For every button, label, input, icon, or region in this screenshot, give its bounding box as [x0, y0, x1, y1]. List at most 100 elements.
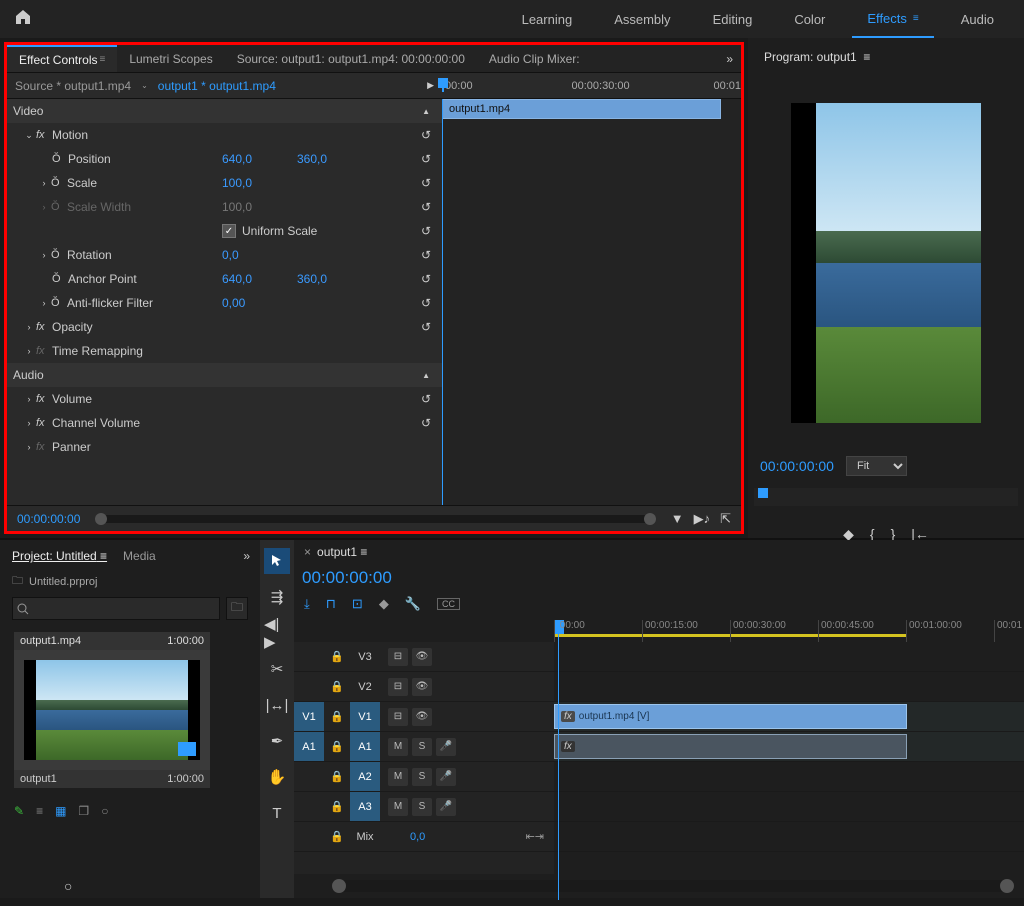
- reset-icon[interactable]: ↺: [416, 296, 436, 310]
- insert-icon[interactable]: ⤓: [304, 596, 310, 612]
- tab-project[interactable]: Project: Untitled ≡: [4, 549, 115, 563]
- tabs-overflow-icon[interactable]: »: [726, 52, 741, 66]
- zoom-slider-icon[interactable]: ○: [101, 804, 108, 818]
- effect-panner[interactable]: ›fxPanner: [7, 435, 442, 459]
- reset-icon[interactable]: ↺: [416, 272, 436, 286]
- playhead-icon[interactable]: [442, 80, 444, 92]
- eye-icon[interactable]: 👁: [412, 708, 432, 726]
- home-icon[interactable]: [15, 9, 31, 30]
- filter-icon[interactable]: ▼: [671, 511, 684, 527]
- workspace-effects[interactable]: Effects≡: [852, 0, 933, 38]
- project-search-input[interactable]: [12, 597, 220, 620]
- tab-audio-clip-mixer[interactable]: Audio Clip Mixer:: [477, 45, 592, 72]
- eye-icon[interactable]: 👁: [412, 648, 432, 666]
- reset-icon[interactable]: ↺: [416, 320, 436, 334]
- mute-button[interactable]: M: [388, 798, 408, 816]
- list-view-icon[interactable]: ≡: [36, 804, 43, 818]
- ripple-edit-tool[interactable]: ◀|▶: [264, 620, 290, 646]
- effect-timecode[interactable]: 00:00:00:00: [17, 512, 80, 526]
- tab-program[interactable]: Program: output1 ≡: [754, 50, 880, 64]
- sequence-tab[interactable]: output1 ≡: [317, 545, 367, 559]
- pen-tool[interactable]: ✒: [264, 728, 290, 754]
- lock-icon[interactable]: 🔒: [324, 770, 350, 783]
- tab-lumetri-scopes[interactable]: Lumetri Scopes: [117, 45, 224, 72]
- close-tab-icon[interactable]: ×: [304, 545, 311, 559]
- zoom-scrollbar[interactable]: [95, 515, 655, 523]
- playhead-line[interactable]: [442, 99, 443, 505]
- voiceover-icon[interactable]: 🎤: [436, 738, 456, 756]
- mute-button[interactable]: M: [388, 768, 408, 786]
- reset-icon[interactable]: ↺: [416, 200, 436, 214]
- type-tool[interactable]: T: [264, 800, 290, 826]
- workspace-menu-icon[interactable]: ≡: [913, 13, 919, 24]
- linked-selection-icon[interactable]: ○: [64, 878, 72, 894]
- effect-volume[interactable]: ›fxVolume↺: [7, 387, 442, 411]
- property-anchor-point[interactable]: ŎAnchor Point640,0360,0↺: [7, 267, 442, 291]
- mute-button[interactable]: M: [388, 738, 408, 756]
- play-audio-icon[interactable]: ▶♪: [694, 511, 711, 527]
- effect-opacity[interactable]: ›fxOpacity↺: [7, 315, 442, 339]
- program-ruler[interactable]: [754, 488, 1018, 506]
- selection-tool[interactable]: [264, 548, 290, 574]
- panel-menu-icon[interactable]: ≡: [99, 54, 105, 65]
- reset-icon[interactable]: ↺: [416, 248, 436, 262]
- property-antiflicker[interactable]: ›ŎAnti-flicker Filter0,00↺: [7, 291, 442, 315]
- workspace-assembly[interactable]: Assembly: [599, 0, 685, 38]
- voiceover-icon[interactable]: 🎤: [436, 768, 456, 786]
- track-a1[interactable]: A1🔒A1MS🎤: [294, 732, 554, 762]
- track-v2[interactable]: 🔒V2⊟👁: [294, 672, 554, 702]
- timeline-ruler[interactable]: :00:00 00:00:15:00 00:00:30:00 00:00:45:…: [554, 620, 1024, 642]
- reset-icon[interactable]: ↺: [416, 128, 436, 142]
- lock-icon[interactable]: 🔒: [324, 680, 350, 693]
- lock-icon[interactable]: 🔒: [324, 740, 350, 753]
- lock-icon[interactable]: 🔒: [324, 800, 350, 813]
- toggle-output-icon[interactable]: ⊟: [388, 678, 408, 696]
- play-icon[interactable]: ▶: [427, 80, 434, 91]
- eye-icon[interactable]: 👁: [412, 678, 432, 696]
- zoom-select[interactable]: Fit: [846, 456, 907, 476]
- asset-thumbnail[interactable]: [24, 660, 200, 760]
- solo-button[interactable]: S: [412, 768, 432, 786]
- snap-icon[interactable]: ⊓: [326, 596, 336, 612]
- sequence-timecode[interactable]: 00:00:00:00: [302, 568, 392, 588]
- reset-icon[interactable]: ↺: [416, 224, 436, 238]
- slip-tool[interactable]: |↔|: [264, 692, 290, 718]
- new-bin-icon[interactable]: 🗀: [226, 597, 248, 620]
- toggle-output-icon[interactable]: ⊟: [388, 648, 408, 666]
- track-v3[interactable]: 🔒V3⊟👁: [294, 642, 554, 672]
- tab-effect-controls[interactable]: Effect Controls ≡: [7, 45, 117, 72]
- toggle-output-icon[interactable]: ⊟: [388, 708, 408, 726]
- lock-icon[interactable]: 🔒: [324, 710, 350, 723]
- settings-icon[interactable]: 🔧: [405, 596, 421, 612]
- effect-timeline[interactable]: output1.mp4: [442, 99, 741, 505]
- effect-timeline-clip[interactable]: output1.mp4: [442, 99, 721, 119]
- property-scale[interactable]: ›ŎScale100,0↺: [7, 171, 442, 195]
- project-asset[interactable]: output1.mp41:00:00 output11:00:00: [14, 632, 210, 788]
- program-timecode[interactable]: 00:00:00:00: [760, 458, 834, 474]
- icon-view-icon[interactable]: ▦: [55, 804, 66, 818]
- timeline-zoom-scrollbar[interactable]: [332, 880, 1014, 892]
- stopwatch-icon[interactable]: Ŏ: [52, 153, 68, 165]
- tabs-overflow-icon[interactable]: »: [243, 549, 256, 563]
- reset-icon[interactable]: ↺: [416, 392, 436, 406]
- effect-channel-volume[interactable]: ›fxChannel Volume↺: [7, 411, 442, 435]
- captions-icon[interactable]: CC: [437, 598, 460, 610]
- reset-icon[interactable]: ↺: [416, 176, 436, 190]
- effect-time-remapping[interactable]: ›fxTime Remapping: [7, 339, 442, 363]
- tab-source[interactable]: Source: output1: output1.mp4: 00:00:00:0…: [225, 45, 477, 72]
- reset-icon[interactable]: ↺: [416, 152, 436, 166]
- lock-icon[interactable]: 🔒: [324, 830, 350, 843]
- solo-button[interactable]: S: [412, 738, 432, 756]
- workspace-learning[interactable]: Learning: [507, 0, 588, 38]
- program-monitor[interactable]: [754, 78, 1018, 448]
- marker-icon[interactable]: ◆: [379, 596, 389, 612]
- timeline-tracks[interactable]: fxoutput1.mp4 [V] fx: [554, 642, 1024, 874]
- pencil-icon[interactable]: ✎: [14, 804, 24, 818]
- stopwatch-icon[interactable]: Ŏ: [52, 273, 68, 285]
- effect-timeline-ruler[interactable]: :00:00 00:00:30:00 00:01: [442, 80, 741, 92]
- razor-tool[interactable]: ✂: [264, 656, 290, 682]
- checkbox-checked-icon[interactable]: ✓: [222, 224, 236, 238]
- stopwatch-icon[interactable]: Ŏ: [51, 177, 67, 189]
- chevron-down-icon[interactable]: ⌄: [141, 81, 148, 90]
- video-section-header[interactable]: Video▲: [7, 99, 442, 123]
